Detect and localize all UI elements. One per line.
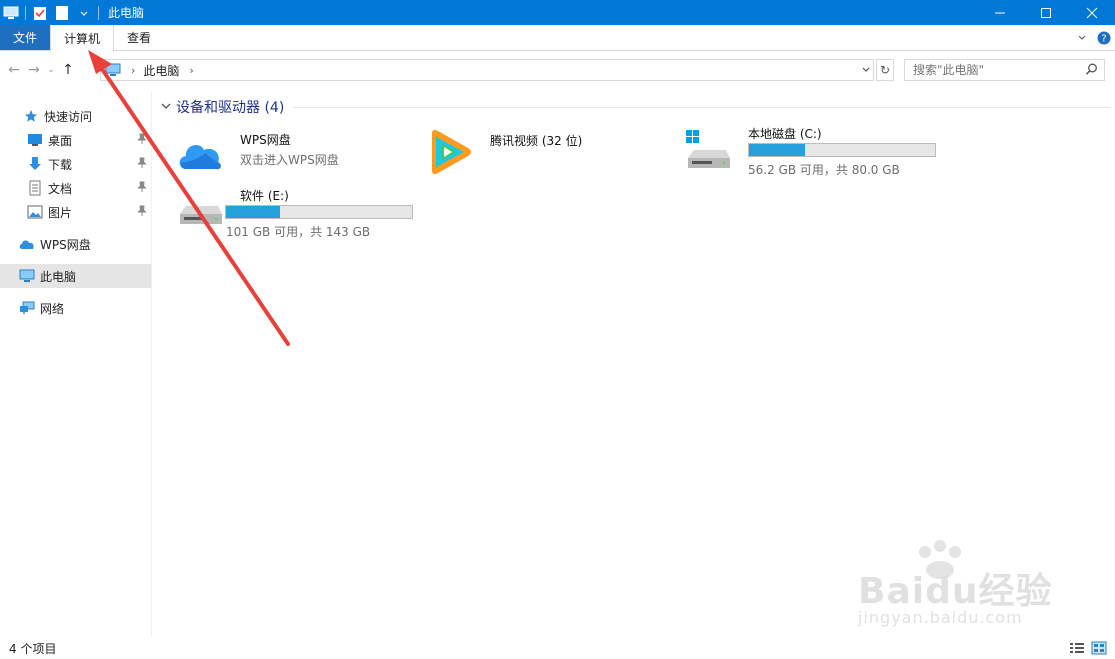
help-icon[interactable]: ? bbox=[1093, 25, 1115, 51]
sidebar-item-label: 文档 bbox=[48, 181, 73, 196]
navigation-pane: 快速访问 桌面 下载 文档 图片 WPS网盘 此电脑 网络 bbox=[0, 92, 152, 637]
item-drive-c[interactable]: 本地磁盘 (C:) 56.2 GB 可用，共 80.0 GB bbox=[682, 124, 952, 180]
customize-toolbar-icon[interactable] bbox=[73, 0, 95, 25]
sidebar-item-label: 桌面 bbox=[48, 133, 73, 148]
search-box[interactable] bbox=[904, 59, 1105, 81]
drive-usage-bar bbox=[748, 143, 936, 157]
navigation-row: ← → ⌄ ↑ › 此电脑 › ↻ bbox=[0, 54, 1115, 86]
document-icon bbox=[26, 179, 44, 197]
new-folder-icon[interactable] bbox=[51, 0, 73, 25]
item-name: WPS网盘 bbox=[240, 133, 291, 147]
drive-icon bbox=[174, 184, 226, 236]
forward-arrow-icon[interactable]: → bbox=[24, 58, 44, 82]
picture-icon bbox=[26, 203, 44, 221]
item-tencent-video[interactable]: 腾讯视频 (32 位) bbox=[424, 126, 664, 182]
item-name: 腾讯视频 (32 位) bbox=[490, 134, 583, 148]
item-name: 软件 (E:) bbox=[240, 189, 289, 203]
drive-usage-bar bbox=[225, 205, 413, 219]
breadcrumb-chevron-icon[interactable]: › bbox=[189, 64, 193, 77]
drive-free-text: 56.2 GB 可用，共 80.0 GB bbox=[748, 163, 900, 177]
group-divider bbox=[294, 106, 1110, 108]
sidebar-item-wps-cloud[interactable]: WPS网盘 bbox=[0, 232, 151, 256]
search-input[interactable] bbox=[913, 63, 1083, 77]
item-subtitle: 双击进入WPS网盘 bbox=[240, 153, 339, 167]
download-icon bbox=[26, 155, 44, 173]
expand-ribbon-icon[interactable] bbox=[1071, 25, 1093, 51]
sidebar-item-network[interactable]: 网络 bbox=[0, 296, 151, 320]
refresh-button[interactable]: ↻ bbox=[876, 59, 894, 81]
properties-icon[interactable] bbox=[29, 0, 51, 25]
sidebar-item-label: 快速访问 bbox=[44, 109, 93, 124]
item-wps-cloud[interactable]: WPS网盘 双击进入WPS网盘 bbox=[174, 128, 414, 184]
item-drive-e[interactable]: 软件 (E:) 101 GB 可用，共 143 GB bbox=[174, 184, 444, 240]
sidebar-item-downloads[interactable]: 下载 bbox=[0, 152, 151, 176]
item-name: 本地磁盘 (C:) bbox=[748, 127, 822, 141]
drive-usage-fill bbox=[749, 144, 805, 156]
item-count: 4 个项目 bbox=[9, 641, 57, 656]
address-computer-icon bbox=[105, 63, 121, 77]
up-arrow-icon[interactable]: ↑ bbox=[58, 58, 78, 82]
ribbon-right-controls: ? bbox=[1071, 25, 1115, 51]
sidebar-item-label: 网络 bbox=[40, 301, 65, 316]
pin-icon[interactable] bbox=[137, 157, 147, 172]
sidebar-item-label: 图片 bbox=[48, 205, 73, 220]
breadcrumb-this-pc[interactable]: 此电脑 bbox=[143, 62, 179, 79]
maximize-button[interactable] bbox=[1023, 0, 1069, 25]
sidebar-item-quick-access[interactable]: 快速访问 bbox=[0, 104, 151, 128]
address-bar[interactable]: › 此电脑 › bbox=[100, 59, 874, 81]
group-title: 设备和驱动器 (4) bbox=[176, 100, 285, 116]
computer-icon bbox=[18, 267, 36, 285]
drive-free-text: 101 GB 可用，共 143 GB bbox=[226, 225, 371, 239]
sidebar-item-desktop[interactable]: 桌面 bbox=[0, 128, 151, 152]
watermark-url: jingyan.baidu.com bbox=[858, 608, 1023, 627]
windows-drive-icon bbox=[682, 124, 734, 176]
group-header-devices[interactable]: 设备和驱动器 (4) bbox=[160, 96, 1110, 118]
baidu-watermark: Baidu经验 jingyan.baidu.com bbox=[850, 540, 1060, 640]
view-toggle-group bbox=[1069, 641, 1107, 658]
tab-computer[interactable]: 计算机 bbox=[50, 25, 115, 52]
window-title: 此电脑 bbox=[108, 6, 145, 20]
sidebar-item-documents[interactable]: 文档 bbox=[0, 176, 151, 200]
sidebar-item-pictures[interactable]: 图片 bbox=[0, 200, 151, 224]
collapse-chevron-icon[interactable] bbox=[160, 100, 172, 114]
sidebar-item-label: 下载 bbox=[48, 157, 73, 172]
tencent-video-icon bbox=[424, 126, 476, 178]
window-controls bbox=[977, 0, 1115, 25]
desktop-icon bbox=[26, 131, 44, 149]
search-icon[interactable] bbox=[1085, 63, 1098, 79]
network-icon bbox=[18, 299, 36, 317]
pin-icon[interactable] bbox=[137, 133, 147, 148]
watermark-brand: Baidu经验 bbox=[858, 571, 1053, 612]
sidebar-item-label: 此电脑 bbox=[40, 269, 77, 284]
tab-file[interactable]: 文件 bbox=[0, 25, 50, 50]
wps-cloud-icon bbox=[174, 128, 226, 180]
status-bar: 4 个项目 bbox=[0, 637, 1115, 659]
star-icon bbox=[22, 107, 40, 125]
address-history-dropdown[interactable] bbox=[859, 60, 873, 80]
tab-view[interactable]: 查看 bbox=[114, 25, 164, 50]
cloud-icon bbox=[18, 235, 36, 253]
minimize-button[interactable] bbox=[977, 0, 1023, 25]
close-button[interactable] bbox=[1069, 0, 1115, 25]
svg-text:?: ? bbox=[1101, 34, 1106, 45]
drive-usage-fill bbox=[226, 206, 280, 218]
sidebar-item-this-pc[interactable]: 此电脑 bbox=[0, 264, 151, 288]
back-arrow-icon[interactable]: ← bbox=[4, 58, 24, 82]
title-bar: 此电脑 bbox=[0, 0, 1115, 25]
recent-locations-icon[interactable]: ⌄ bbox=[44, 58, 58, 82]
details-view-icon[interactable] bbox=[1069, 641, 1085, 658]
ribbon-tabs: 文件 计算机 查看 ? bbox=[0, 25, 1115, 52]
pin-icon[interactable] bbox=[137, 181, 147, 196]
breadcrumb-separator-icon[interactable]: › bbox=[131, 64, 135, 77]
quick-access-toolbar bbox=[0, 0, 102, 25]
sidebar-item-label: WPS网盘 bbox=[40, 237, 91, 252]
pin-icon[interactable] bbox=[137, 205, 147, 220]
computer-icon[interactable] bbox=[0, 0, 22, 25]
tiles-view-icon[interactable] bbox=[1091, 641, 1107, 658]
